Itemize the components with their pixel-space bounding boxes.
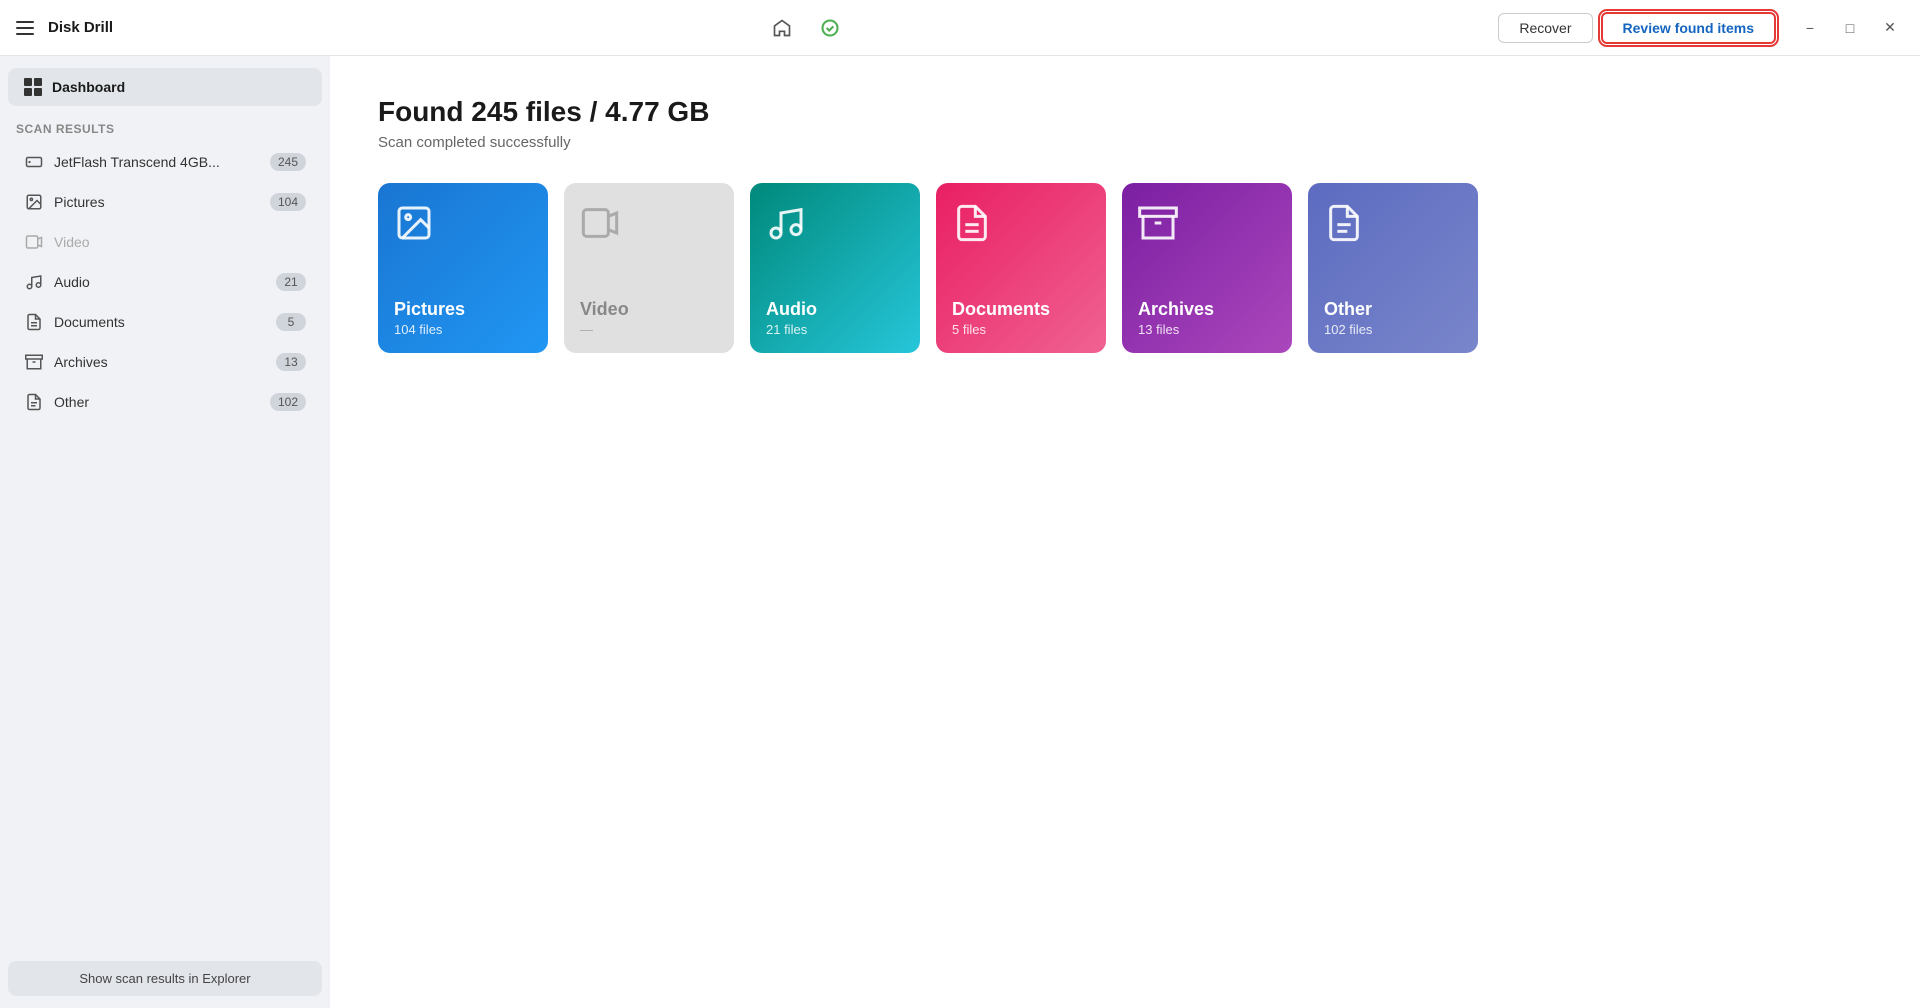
audio-card-count: 21 files: [766, 322, 904, 337]
dashboard-label: Dashboard: [52, 79, 125, 95]
main-content: Found 245 files / 4.77 GB Scan completed…: [330, 56, 1920, 1008]
archives-card-count: 13 files: [1138, 322, 1276, 337]
title-bar-actions: Recover Review found items − □ ✕: [1498, 10, 1908, 46]
sidebar-item-video-label: Video: [54, 234, 306, 250]
home-icon[interactable]: [766, 12, 798, 44]
archives-card-icon: [1138, 203, 1276, 252]
video-icon: [24, 232, 44, 252]
close-button[interactable]: ✕: [1872, 10, 1908, 46]
audio-icon: [24, 272, 44, 292]
documents-card-name: Documents: [952, 299, 1090, 320]
menu-icon[interactable]: [12, 17, 38, 39]
pictures-icon: [24, 192, 44, 212]
pictures-card-icon: [394, 203, 532, 252]
audio-card-name: Audio: [766, 299, 904, 320]
documents-card-count: 5 files: [952, 322, 1090, 337]
sidebar-item-pictures-count: 104: [270, 193, 306, 211]
pictures-card-name: Pictures: [394, 299, 532, 320]
documents-icon: [24, 312, 44, 332]
checkmark-icon[interactable]: [814, 12, 846, 44]
drive-icon: [24, 152, 44, 172]
audio-card-icon: [766, 203, 904, 252]
sidebar-item-documents-label: Documents: [54, 314, 266, 330]
sidebar-item-audio[interactable]: Audio 21: [8, 263, 322, 301]
title-bar-nav: [766, 12, 846, 44]
other-card-name: Other: [1324, 299, 1462, 320]
window-controls: − □ ✕: [1792, 10, 1908, 46]
category-card-audio[interactable]: Audio 21 files: [750, 183, 920, 353]
scan-results-label: Scan results: [0, 110, 330, 142]
title-bar: Disk Drill Recover Review found items − …: [0, 0, 1920, 56]
review-found-items-button[interactable]: Review found items: [1601, 12, 1776, 44]
sidebar-item-pictures[interactable]: Pictures 104: [8, 183, 322, 221]
sidebar-item-dashboard[interactable]: Dashboard: [8, 68, 322, 106]
app-body: Dashboard Scan results JetFlash Transcen…: [0, 56, 1920, 1008]
category-card-documents[interactable]: Documents 5 files: [936, 183, 1106, 353]
sidebar-item-jetflash-count: 245: [270, 153, 306, 171]
archives-card-name: Archives: [1138, 299, 1276, 320]
sidebar-footer: Show scan results in Explorer: [0, 949, 330, 1008]
category-cards-grid: Pictures 104 files Video —: [378, 183, 1872, 353]
app-title: Disk Drill: [48, 19, 113, 36]
sidebar-item-jetflash-label: JetFlash Transcend 4GB...: [54, 154, 260, 170]
sidebar-item-other-count: 102: [270, 393, 306, 411]
sidebar-item-video[interactable]: Video: [8, 223, 322, 261]
archives-icon: [24, 352, 44, 372]
dashboard-grid-icon: [24, 78, 42, 96]
sidebar-item-audio-label: Audio: [54, 274, 266, 290]
recover-button[interactable]: Recover: [1498, 13, 1592, 43]
sidebar-item-pictures-label: Pictures: [54, 194, 260, 210]
minimize-button[interactable]: −: [1792, 10, 1828, 46]
category-card-video: Video —: [564, 183, 734, 353]
sidebar-item-archives[interactable]: Archives 13: [8, 343, 322, 381]
category-card-other[interactable]: Other 102 files: [1308, 183, 1478, 353]
category-card-pictures[interactable]: Pictures 104 files: [378, 183, 548, 353]
sidebar-item-archives-count: 13: [276, 353, 306, 371]
sidebar-item-documents-count: 5: [276, 313, 306, 331]
sidebar-item-documents[interactable]: Documents 5: [8, 303, 322, 341]
other-icon: [24, 392, 44, 412]
video-card-count: —: [580, 322, 718, 337]
show-explorer-button[interactable]: Show scan results in Explorer: [8, 961, 322, 996]
sidebar-item-other-label: Other: [54, 394, 260, 410]
category-card-archives[interactable]: Archives 13 files: [1122, 183, 1292, 353]
other-card-icon: [1324, 203, 1462, 252]
sidebar-item-other[interactable]: Other 102: [8, 383, 322, 421]
maximize-button[interactable]: □: [1832, 10, 1868, 46]
other-card-count: 102 files: [1324, 322, 1462, 337]
pictures-card-count: 104 files: [394, 322, 532, 337]
sidebar: Dashboard Scan results JetFlash Transcen…: [0, 56, 330, 1008]
title-bar-left: Disk Drill: [12, 17, 113, 39]
sidebar-item-audio-count: 21: [276, 273, 306, 291]
scan-status: Scan completed successfully: [378, 134, 1872, 151]
video-card-name: Video: [580, 299, 718, 320]
documents-card-icon: [952, 203, 1090, 252]
video-card-icon: [580, 203, 718, 252]
sidebar-item-archives-label: Archives: [54, 354, 266, 370]
sidebar-item-jetflash[interactable]: JetFlash Transcend 4GB... 245: [8, 143, 322, 181]
found-title: Found 245 files / 4.77 GB: [378, 96, 1872, 128]
